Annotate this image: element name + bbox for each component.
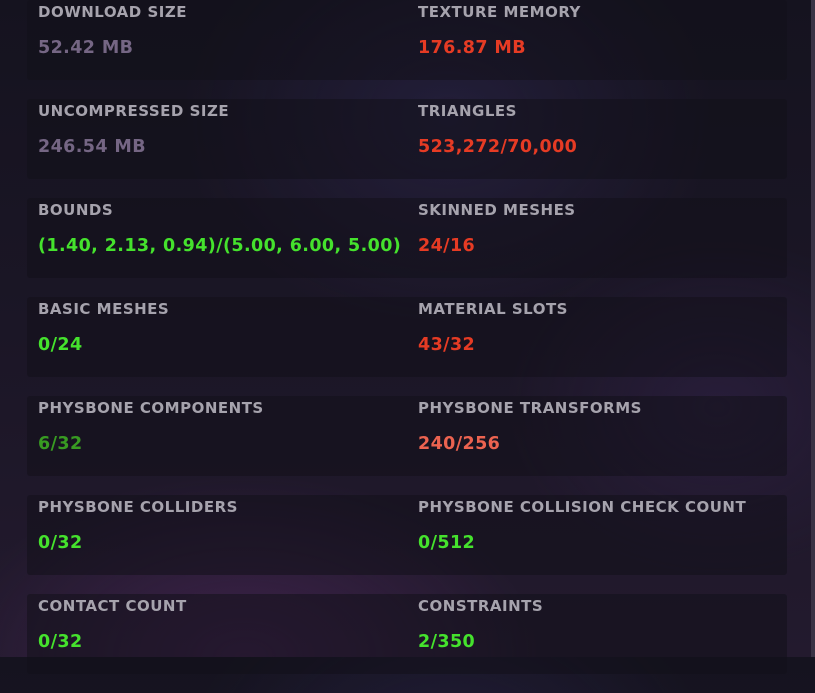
stat-value: 0/32	[38, 632, 83, 652]
stat-label: MATERIAL SLOTS	[418, 300, 568, 318]
stat-value: 523,272/70,000	[418, 137, 578, 157]
stat-download-size: DOWNLOAD SIZE 52.42 MB	[27, 0, 407, 99]
stat-uncompressed-size: UNCOMPRESSED SIZE 246.54 MB	[27, 99, 407, 198]
stat-label: BASIC MESHES	[38, 300, 170, 318]
stat-label: DOWNLOAD SIZE	[38, 3, 187, 21]
stat-value: 0/32	[38, 533, 83, 553]
performance-stats-grid: DOWNLOAD SIZE 52.42 MB TEXTURE MEMORY 17…	[27, 0, 787, 693]
stat-label: PHYSBONE COLLISION CHECK COUNT	[418, 498, 747, 516]
scrollbar-edge	[811, 0, 815, 657]
stat-value: 176.87 MB	[418, 38, 526, 58]
stat-constraints: CONSTRAINTS 2/350	[407, 594, 787, 693]
stat-skinned-meshes: SKINNED MESHES 24/16	[407, 198, 787, 297]
stat-value: 0/512	[418, 533, 476, 553]
stat-value: 2/350	[418, 632, 476, 652]
stat-basic-meshes: BASIC MESHES 0/24	[27, 297, 407, 396]
stats-row: PHYSBONE COLLIDERS 0/32 PHYSBONE COLLISI…	[27, 495, 787, 594]
stat-label: TEXTURE MEMORY	[418, 3, 581, 21]
stat-label: CONTACT COUNT	[38, 597, 187, 615]
stats-row: CONTACT COUNT 0/32 CONSTRAINTS 2/350	[27, 594, 787, 693]
stat-value: (1.40, 2.13, 0.94)/(5.00, 6.00, 5.00)	[38, 236, 402, 256]
stats-row: BOUNDS (1.40, 2.13, 0.94)/(5.00, 6.00, 5…	[27, 198, 787, 297]
stat-label: CONSTRAINTS	[418, 597, 544, 615]
stat-value: 52.42 MB	[38, 38, 134, 58]
stat-bounds: BOUNDS (1.40, 2.13, 0.94)/(5.00, 6.00, 5…	[27, 198, 407, 297]
stats-row: PHYSBONE COMPONENTS 6/32 PHYSBONE TRANSF…	[27, 396, 787, 495]
stat-material-slots: MATERIAL SLOTS 43/32	[407, 297, 787, 396]
stats-row: DOWNLOAD SIZE 52.42 MB TEXTURE MEMORY 17…	[27, 0, 787, 99]
stat-value: 0/24	[38, 335, 83, 355]
stat-label: PHYSBONE TRANSFORMS	[418, 399, 642, 417]
stats-row: UNCOMPRESSED SIZE 246.54 MB TRIANGLES 52…	[27, 99, 787, 198]
stat-physbone-transforms: PHYSBONE TRANSFORMS 240/256	[407, 396, 787, 495]
stat-value: 246.54 MB	[38, 137, 146, 157]
stat-triangles: TRIANGLES 523,272/70,000	[407, 99, 787, 198]
stat-label: BOUNDS	[38, 201, 114, 219]
stat-label: TRIANGLES	[418, 102, 517, 120]
stats-row: BASIC MESHES 0/24 MATERIAL SLOTS 43/32	[27, 297, 787, 396]
stat-physbone-collision-check-count: PHYSBONE COLLISION CHECK COUNT 0/512	[407, 495, 787, 594]
stat-physbone-colliders: PHYSBONE COLLIDERS 0/32	[27, 495, 407, 594]
stat-label: PHYSBONE COLLIDERS	[38, 498, 238, 516]
stat-contact-count: CONTACT COUNT 0/32	[27, 594, 407, 693]
stat-value: 6/32	[38, 434, 83, 454]
stat-label: PHYSBONE COMPONENTS	[38, 399, 264, 417]
stat-label: UNCOMPRESSED SIZE	[38, 102, 230, 120]
stat-value: 43/32	[418, 335, 476, 355]
stat-label: SKINNED MESHES	[418, 201, 576, 219]
stat-texture-memory: TEXTURE MEMORY 176.87 MB	[407, 0, 787, 99]
stat-value: 240/256	[418, 434, 501, 454]
stat-value: 24/16	[418, 236, 476, 256]
stat-physbone-components: PHYSBONE COMPONENTS 6/32	[27, 396, 407, 495]
